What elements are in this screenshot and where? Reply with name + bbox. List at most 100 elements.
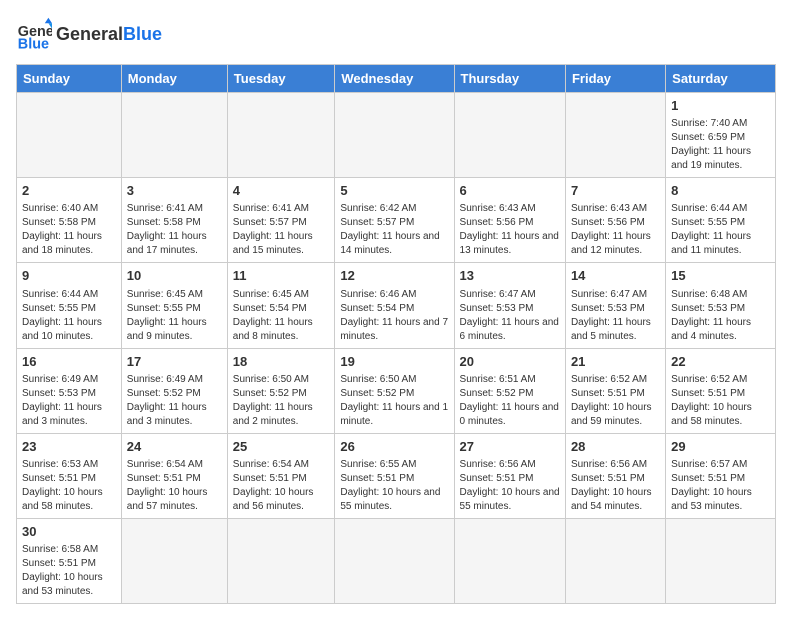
day-info: Sunrise: 6:51 AM Sunset: 5:52 PM Dayligh…	[460, 373, 560, 429]
day-info: Sunrise: 6:56 AM Sunset: 5:51 PM Dayligh…	[571, 458, 660, 514]
calendar-cell: 9 Sunrise: 6:44 AM Sunset: 5:55 PM Daylig…	[17, 263, 122, 348]
calendar-cell: 23Sunrise: 6:53 AM Sunset: 5:51 PM Dayli…	[17, 433, 122, 518]
weekday-header-monday: Monday	[121, 65, 227, 93]
day-info: Sunrise: 6:58 AM Sunset: 5:51 PM Dayligh…	[22, 543, 116, 599]
day-info: Sunrise: 6:41 AM Sunset: 5:57 PM Dayligh…	[233, 202, 330, 258]
day-info: Sunrise: 6:49 AM Sunset: 5:53 PM Dayligh…	[22, 373, 116, 429]
day-number: 11	[233, 267, 330, 285]
week-row-1: 2 Sunrise: 6:40 AM Sunset: 5:58 PM Daylig…	[17, 178, 776, 263]
weekday-header-thursday: Thursday	[454, 65, 565, 93]
week-row-5: 30 Sunrise: 6:58 AM Sunset: 5:51 PM Dayli…	[17, 518, 776, 603]
day-info: Sunrise: 6:44 AM Sunset: 5:55 PM Dayligh…	[671, 202, 770, 258]
day-info: Sunrise: 6:56 AM Sunset: 5:51 PM Dayligh…	[460, 458, 560, 514]
day-number: 29	[671, 438, 770, 456]
calendar-cell: 18 Sunrise: 6:50 AM Sunset: 5:52 PM Dayli…	[227, 348, 335, 433]
day-number: 3	[127, 182, 222, 200]
day-number: 16	[22, 353, 116, 371]
calendar-cell: 14 Sunrise: 6:47 AM Sunset: 5:53 PM Dayli…	[565, 263, 665, 348]
calendar-cell: 26Sunrise: 6:55 AM Sunset: 5:51 PM Dayli…	[335, 433, 454, 518]
day-number: 8	[671, 182, 770, 200]
calendar-cell	[565, 518, 665, 603]
day-number: 15	[671, 267, 770, 285]
day-number: 18	[233, 353, 330, 371]
calendar-cell	[335, 93, 454, 178]
day-number: 23	[22, 438, 116, 456]
weekday-header-row: SundayMondayTuesdayWednesdayThursdayFrid…	[17, 65, 776, 93]
calendar-cell	[227, 93, 335, 178]
calendar-cell: 28 Sunrise: 6:56 AM Sunset: 5:51 PM Dayli…	[565, 433, 665, 518]
calendar-cell: 21Sunrise: 6:52 AM Sunset: 5:51 PM Dayli…	[565, 348, 665, 433]
day-info: Sunrise: 7:40 AM Sunset: 6:59 PM Dayligh…	[671, 117, 770, 173]
logo-blue: Blue	[123, 24, 162, 44]
calendar-cell: 20Sunrise: 6:51 AM Sunset: 5:52 PM Dayli…	[454, 348, 565, 433]
day-number: 30	[22, 523, 116, 541]
day-info: Sunrise: 6:50 AM Sunset: 5:52 PM Dayligh…	[340, 373, 448, 429]
day-info: Sunrise: 6:49 AM Sunset: 5:52 PM Dayligh…	[127, 373, 222, 429]
calendar-cell	[454, 93, 565, 178]
calendar-cell: 1 Sunrise: 7:40 AM Sunset: 6:59 PM Daylig…	[666, 93, 776, 178]
calendar-cell: 27 Sunrise: 6:56 AM Sunset: 5:51 PM Dayli…	[454, 433, 565, 518]
day-number: 5	[340, 182, 448, 200]
calendar-cell: 5 Sunrise: 6:42 AM Sunset: 5:57 PM Daylig…	[335, 178, 454, 263]
day-number: 26	[340, 438, 448, 456]
day-info: Sunrise: 6:43 AM Sunset: 5:56 PM Dayligh…	[460, 202, 560, 258]
calendar-cell	[565, 93, 665, 178]
calendar-cell	[227, 518, 335, 603]
day-number: 24	[127, 438, 222, 456]
day-number: 22	[671, 353, 770, 371]
weekday-header-friday: Friday	[565, 65, 665, 93]
calendar-cell: 8 Sunrise: 6:44 AM Sunset: 5:55 PM Daylig…	[666, 178, 776, 263]
day-number: 2	[22, 182, 116, 200]
day-info: Sunrise: 6:45 AM Sunset: 5:55 PM Dayligh…	[127, 288, 222, 344]
calendar-cell	[121, 518, 227, 603]
day-info: Sunrise: 6:44 AM Sunset: 5:55 PM Dayligh…	[22, 288, 116, 344]
day-info: Sunrise: 6:40 AM Sunset: 5:58 PM Dayligh…	[22, 202, 116, 258]
day-number: 1	[671, 97, 770, 115]
day-info: Sunrise: 6:47 AM Sunset: 5:53 PM Dayligh…	[571, 288, 660, 344]
day-info: Sunrise: 6:46 AM Sunset: 5:54 PM Dayligh…	[340, 288, 448, 344]
day-info: Sunrise: 6:57 AM Sunset: 5:51 PM Dayligh…	[671, 458, 770, 514]
calendar-cell: 3Sunrise: 6:41 AM Sunset: 5:58 PM Daylig…	[121, 178, 227, 263]
day-info: Sunrise: 6:47 AM Sunset: 5:53 PM Dayligh…	[460, 288, 560, 344]
calendar-cell: 19 Sunrise: 6:50 AM Sunset: 5:52 PM Dayli…	[335, 348, 454, 433]
calendar-cell	[454, 518, 565, 603]
calendar-cell: 10 Sunrise: 6:45 AM Sunset: 5:55 PM Dayli…	[121, 263, 227, 348]
logo: General Blue GeneralBlue	[16, 16, 162, 52]
weekday-header-saturday: Saturday	[666, 65, 776, 93]
weekday-header-wednesday: Wednesday	[335, 65, 454, 93]
calendar-cell	[335, 518, 454, 603]
day-number: 28	[571, 438, 660, 456]
day-number: 13	[460, 267, 560, 285]
calendar-cell: 4 Sunrise: 6:41 AM Sunset: 5:57 PM Daylig…	[227, 178, 335, 263]
day-number: 9	[22, 267, 116, 285]
calendar-cell: 11Sunrise: 6:45 AM Sunset: 5:54 PM Dayli…	[227, 263, 335, 348]
day-info: Sunrise: 6:52 AM Sunset: 5:51 PM Dayligh…	[571, 373, 660, 429]
page-header: General Blue GeneralBlue	[16, 16, 776, 52]
day-number: 19	[340, 353, 448, 371]
day-number: 10	[127, 267, 222, 285]
calendar-cell: 2 Sunrise: 6:40 AM Sunset: 5:58 PM Daylig…	[17, 178, 122, 263]
day-number: 27	[460, 438, 560, 456]
calendar-cell: 25Sunrise: 6:54 AM Sunset: 5:51 PM Dayli…	[227, 433, 335, 518]
day-number: 7	[571, 182, 660, 200]
day-number: 12	[340, 267, 448, 285]
day-info: Sunrise: 6:50 AM Sunset: 5:52 PM Dayligh…	[233, 373, 330, 429]
day-info: Sunrise: 6:54 AM Sunset: 5:51 PM Dayligh…	[127, 458, 222, 514]
logo-general: General	[56, 24, 123, 44]
day-number: 4	[233, 182, 330, 200]
svg-text:Blue: Blue	[18, 36, 49, 52]
calendar-cell: 7 Sunrise: 6:43 AM Sunset: 5:56 PM Daylig…	[565, 178, 665, 263]
calendar-cell: 30 Sunrise: 6:58 AM Sunset: 5:51 PM Dayli…	[17, 518, 122, 603]
calendar-cell: 22Sunrise: 6:52 AM Sunset: 5:51 PM Dayli…	[666, 348, 776, 433]
day-info: Sunrise: 6:42 AM Sunset: 5:57 PM Dayligh…	[340, 202, 448, 258]
logo-icon: General Blue	[16, 16, 52, 52]
day-info: Sunrise: 6:43 AM Sunset: 5:56 PM Dayligh…	[571, 202, 660, 258]
calendar-cell: 29 Sunrise: 6:57 AM Sunset: 5:51 PM Dayli…	[666, 433, 776, 518]
day-number: 14	[571, 267, 660, 285]
weekday-header-tuesday: Tuesday	[227, 65, 335, 93]
day-number: 25	[233, 438, 330, 456]
calendar-cell	[17, 93, 122, 178]
week-row-0: 1 Sunrise: 7:40 AM Sunset: 6:59 PM Daylig…	[17, 93, 776, 178]
day-number: 17	[127, 353, 222, 371]
calendar-cell: 12 Sunrise: 6:46 AM Sunset: 5:54 PM Dayli…	[335, 263, 454, 348]
